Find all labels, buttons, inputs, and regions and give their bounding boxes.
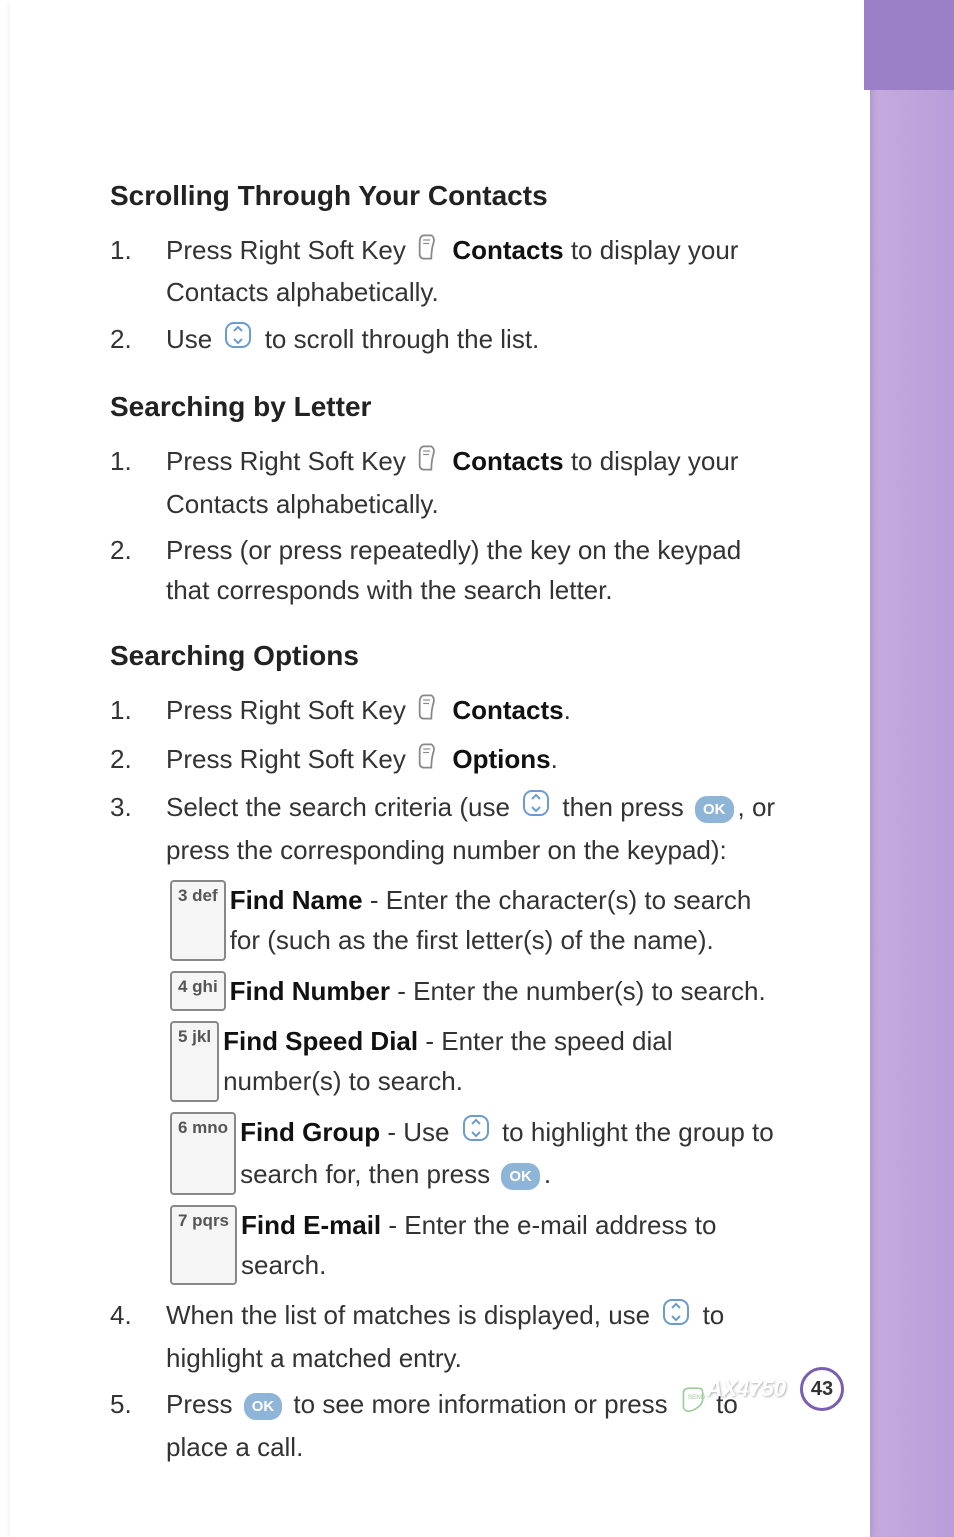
list-options-cont: 4.When the list of matches is displayed,… <box>110 1295 780 1467</box>
model-label: AX4750 <box>706 1376 786 1402</box>
svg-text:SEND: SEND <box>688 1394 705 1401</box>
step-body: Press Right Soft Key Options. <box>166 739 780 781</box>
ok-icon: OK <box>244 1393 283 1420</box>
step-body: Press OK to see more information or pres… <box>166 1384 780 1467</box>
step-number: 1. <box>110 230 166 313</box>
step-number: 3. <box>110 787 166 870</box>
keypad-key-icon: 7 pqrs <box>170 1205 237 1286</box>
step-body: Use to scroll through the list. <box>166 319 780 362</box>
step-number: 5. <box>110 1384 166 1467</box>
nav-updown-icon <box>461 1113 491 1154</box>
right-softkey-icon <box>417 741 441 781</box>
step-number: 2. <box>110 319 166 362</box>
step-body: Select the search criteria (use then pre… <box>166 787 780 870</box>
manual-page: Scrolling Through Your Contacts 1.Press … <box>10 0 870 1537</box>
list-item: 6 mno Find Group - Use to highlight the … <box>166 1112 780 1195</box>
sidebar-tab <box>864 0 954 90</box>
ok-icon: OK <box>501 1163 540 1190</box>
heading-options: Searching Options <box>110 640 780 672</box>
list-item: 4 ghi Find Number - Enter the number(s) … <box>166 971 780 1011</box>
step-body: Press Right Soft Key Contacts to display… <box>166 230 780 313</box>
page-footer: AX4750 43 <box>706 1367 844 1411</box>
step-body: Press Right Soft Key Contacts to display… <box>166 441 780 524</box>
step-number: 1. <box>110 441 166 524</box>
list-options: 1.Press Right Soft Key Contacts. 2.Press… <box>110 690 780 870</box>
step-body: When the list of matches is displayed, u… <box>166 1295 780 1378</box>
step-number: 1. <box>110 690 166 732</box>
nav-updown-icon <box>223 320 253 361</box>
heading-by-letter: Searching by Letter <box>110 391 780 423</box>
list-item: 7 pqrs Find E-mail - Enter the e-mail ad… <box>166 1205 780 1286</box>
step-number: 4. <box>110 1295 166 1378</box>
list-scrolling: 1.Press Right Soft Key Contacts to displ… <box>110 230 780 361</box>
nav-updown-icon <box>661 1297 691 1338</box>
ok-icon: OK <box>695 796 734 823</box>
sub-options: 3 def Find Name - Enter the character(s)… <box>166 880 780 1285</box>
right-softkey-icon <box>417 443 441 483</box>
step-number: 2. <box>110 739 166 781</box>
keypad-key-icon: 3 def <box>170 880 226 961</box>
step-body: Press (or press repeatedly) the key on t… <box>166 530 780 611</box>
keypad-key-icon: 6 mno <box>170 1112 236 1195</box>
step-body: Press Right Soft Key Contacts. <box>166 690 780 732</box>
list-by-letter: 1.Press Right Soft Key Contacts to displ… <box>110 441 780 610</box>
send-icon: SEND <box>679 1386 705 1427</box>
step-number: 2. <box>110 530 166 611</box>
heading-scrolling: Scrolling Through Your Contacts <box>110 180 780 212</box>
page-number: 43 <box>800 1367 844 1411</box>
list-item: 5 jkl Find Speed Dial - Enter the speed … <box>166 1021 780 1102</box>
keypad-key-icon: 4 ghi <box>170 971 226 1011</box>
right-softkey-icon <box>417 232 441 272</box>
list-item: 3 def Find Name - Enter the character(s)… <box>166 880 780 961</box>
right-softkey-icon <box>417 692 441 732</box>
keypad-key-icon: 5 jkl <box>170 1021 219 1102</box>
nav-updown-icon <box>521 788 551 829</box>
